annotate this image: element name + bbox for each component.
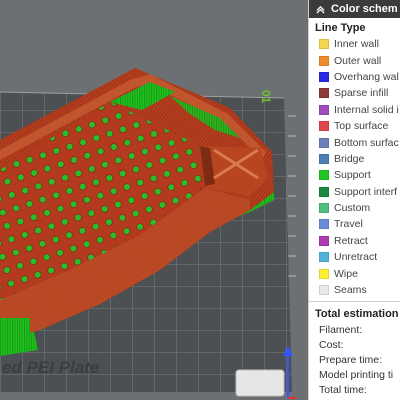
legend-label: Bridge xyxy=(334,152,365,165)
estimation-filament: Filament: xyxy=(319,324,363,337)
swatch-internal-solid-infill-icon xyxy=(319,104,329,115)
chevron-up-icon[interactable] xyxy=(313,5,327,14)
legend-label: Top surface xyxy=(334,120,389,133)
support-corner xyxy=(0,318,30,340)
estimation-total-time: Total time: xyxy=(319,384,367,397)
legend-list: Inner wall Outer wall Overhang wal Spars… xyxy=(309,36,400,298)
legend-item[interactable]: Bridge xyxy=(309,151,400,167)
legend-item[interactable]: Sparse infill xyxy=(309,85,400,101)
legend-label: Overhang wal xyxy=(334,70,399,83)
view-navigator[interactable] xyxy=(235,369,285,397)
legend-label: Unretract xyxy=(334,251,378,264)
legend-label: Bottom surfac xyxy=(334,136,399,149)
legend-label: Support xyxy=(334,169,371,182)
swatch-custom-icon xyxy=(319,203,329,214)
legend-label: Outer wall xyxy=(334,54,382,67)
legend-label: Retract xyxy=(334,234,368,247)
legend-item[interactable]: Travel xyxy=(309,216,400,232)
plate-axis-label: 01 xyxy=(259,90,273,104)
estimation-prepare-time: Prepare time: xyxy=(319,354,383,367)
swatch-unretract-icon xyxy=(319,252,329,263)
legend-item[interactable]: Bottom surfac xyxy=(309,134,400,150)
legend-item[interactable]: Support interf xyxy=(309,184,400,200)
3d-viewport[interactable]: 01 ed PEI Plate xyxy=(0,0,308,400)
legend-item[interactable]: Seams xyxy=(309,282,400,298)
estimation-model-printing-time: Model printing ti xyxy=(319,369,394,382)
swatch-top-surface-icon xyxy=(319,121,329,132)
legend-label: Custom xyxy=(334,202,371,215)
legend-label: Support interf xyxy=(334,185,398,198)
legend-item[interactable]: Outer wall xyxy=(309,52,400,68)
legend-label: Internal solid i xyxy=(334,103,399,116)
swatch-travel-icon xyxy=(319,219,329,230)
legend-item[interactable]: Internal solid i xyxy=(309,102,400,118)
swatch-inner-wall-icon xyxy=(319,39,329,50)
legend-label: Sparse infill xyxy=(334,87,389,100)
legend-label: Inner wall xyxy=(334,38,379,51)
legend-item[interactable]: Top surface xyxy=(309,118,400,134)
legend-item[interactable]: Inner wall xyxy=(309,36,400,52)
swatch-outer-wall-icon xyxy=(319,55,329,66)
legend-item[interactable]: Custom xyxy=(309,200,400,216)
legend-item[interactable]: Wipe xyxy=(309,265,400,281)
plate-scene[interactable]: 01 ed PEI Plate xyxy=(0,0,308,400)
swatch-wipe-icon xyxy=(319,268,329,279)
legend-label: Travel xyxy=(334,218,363,231)
swatch-support-interface-icon xyxy=(319,186,329,197)
plate-label: ed PEI Plate xyxy=(2,358,99,377)
color-scheme-panel: Color schem Line Type Inner wall Outer w… xyxy=(308,0,400,400)
swatch-bottom-surface-icon xyxy=(319,137,329,148)
swatch-bridge-icon xyxy=(319,153,329,164)
swatch-overhang-wall-icon xyxy=(319,71,329,82)
panel-header[interactable]: Color schem xyxy=(309,0,400,18)
total-estimation-title: Total estimation xyxy=(309,301,400,323)
legend-label: Seams xyxy=(334,284,367,297)
legend-item[interactable]: Unretract xyxy=(309,249,400,265)
estimation-cost: Cost: xyxy=(319,339,344,352)
swatch-sparse-infill-icon xyxy=(319,88,329,99)
swatch-retract-icon xyxy=(319,235,329,246)
swatch-support-icon xyxy=(319,170,329,181)
swatch-seams-icon xyxy=(319,285,329,296)
legend-item[interactable]: Overhang wal xyxy=(309,69,400,85)
legend-label: Wipe xyxy=(334,267,358,280)
legend-item[interactable]: Support xyxy=(309,167,400,183)
legend-item[interactable]: Retract xyxy=(309,233,400,249)
line-type-title: Line Type xyxy=(315,22,366,34)
panel-title: Color schem xyxy=(331,3,398,15)
